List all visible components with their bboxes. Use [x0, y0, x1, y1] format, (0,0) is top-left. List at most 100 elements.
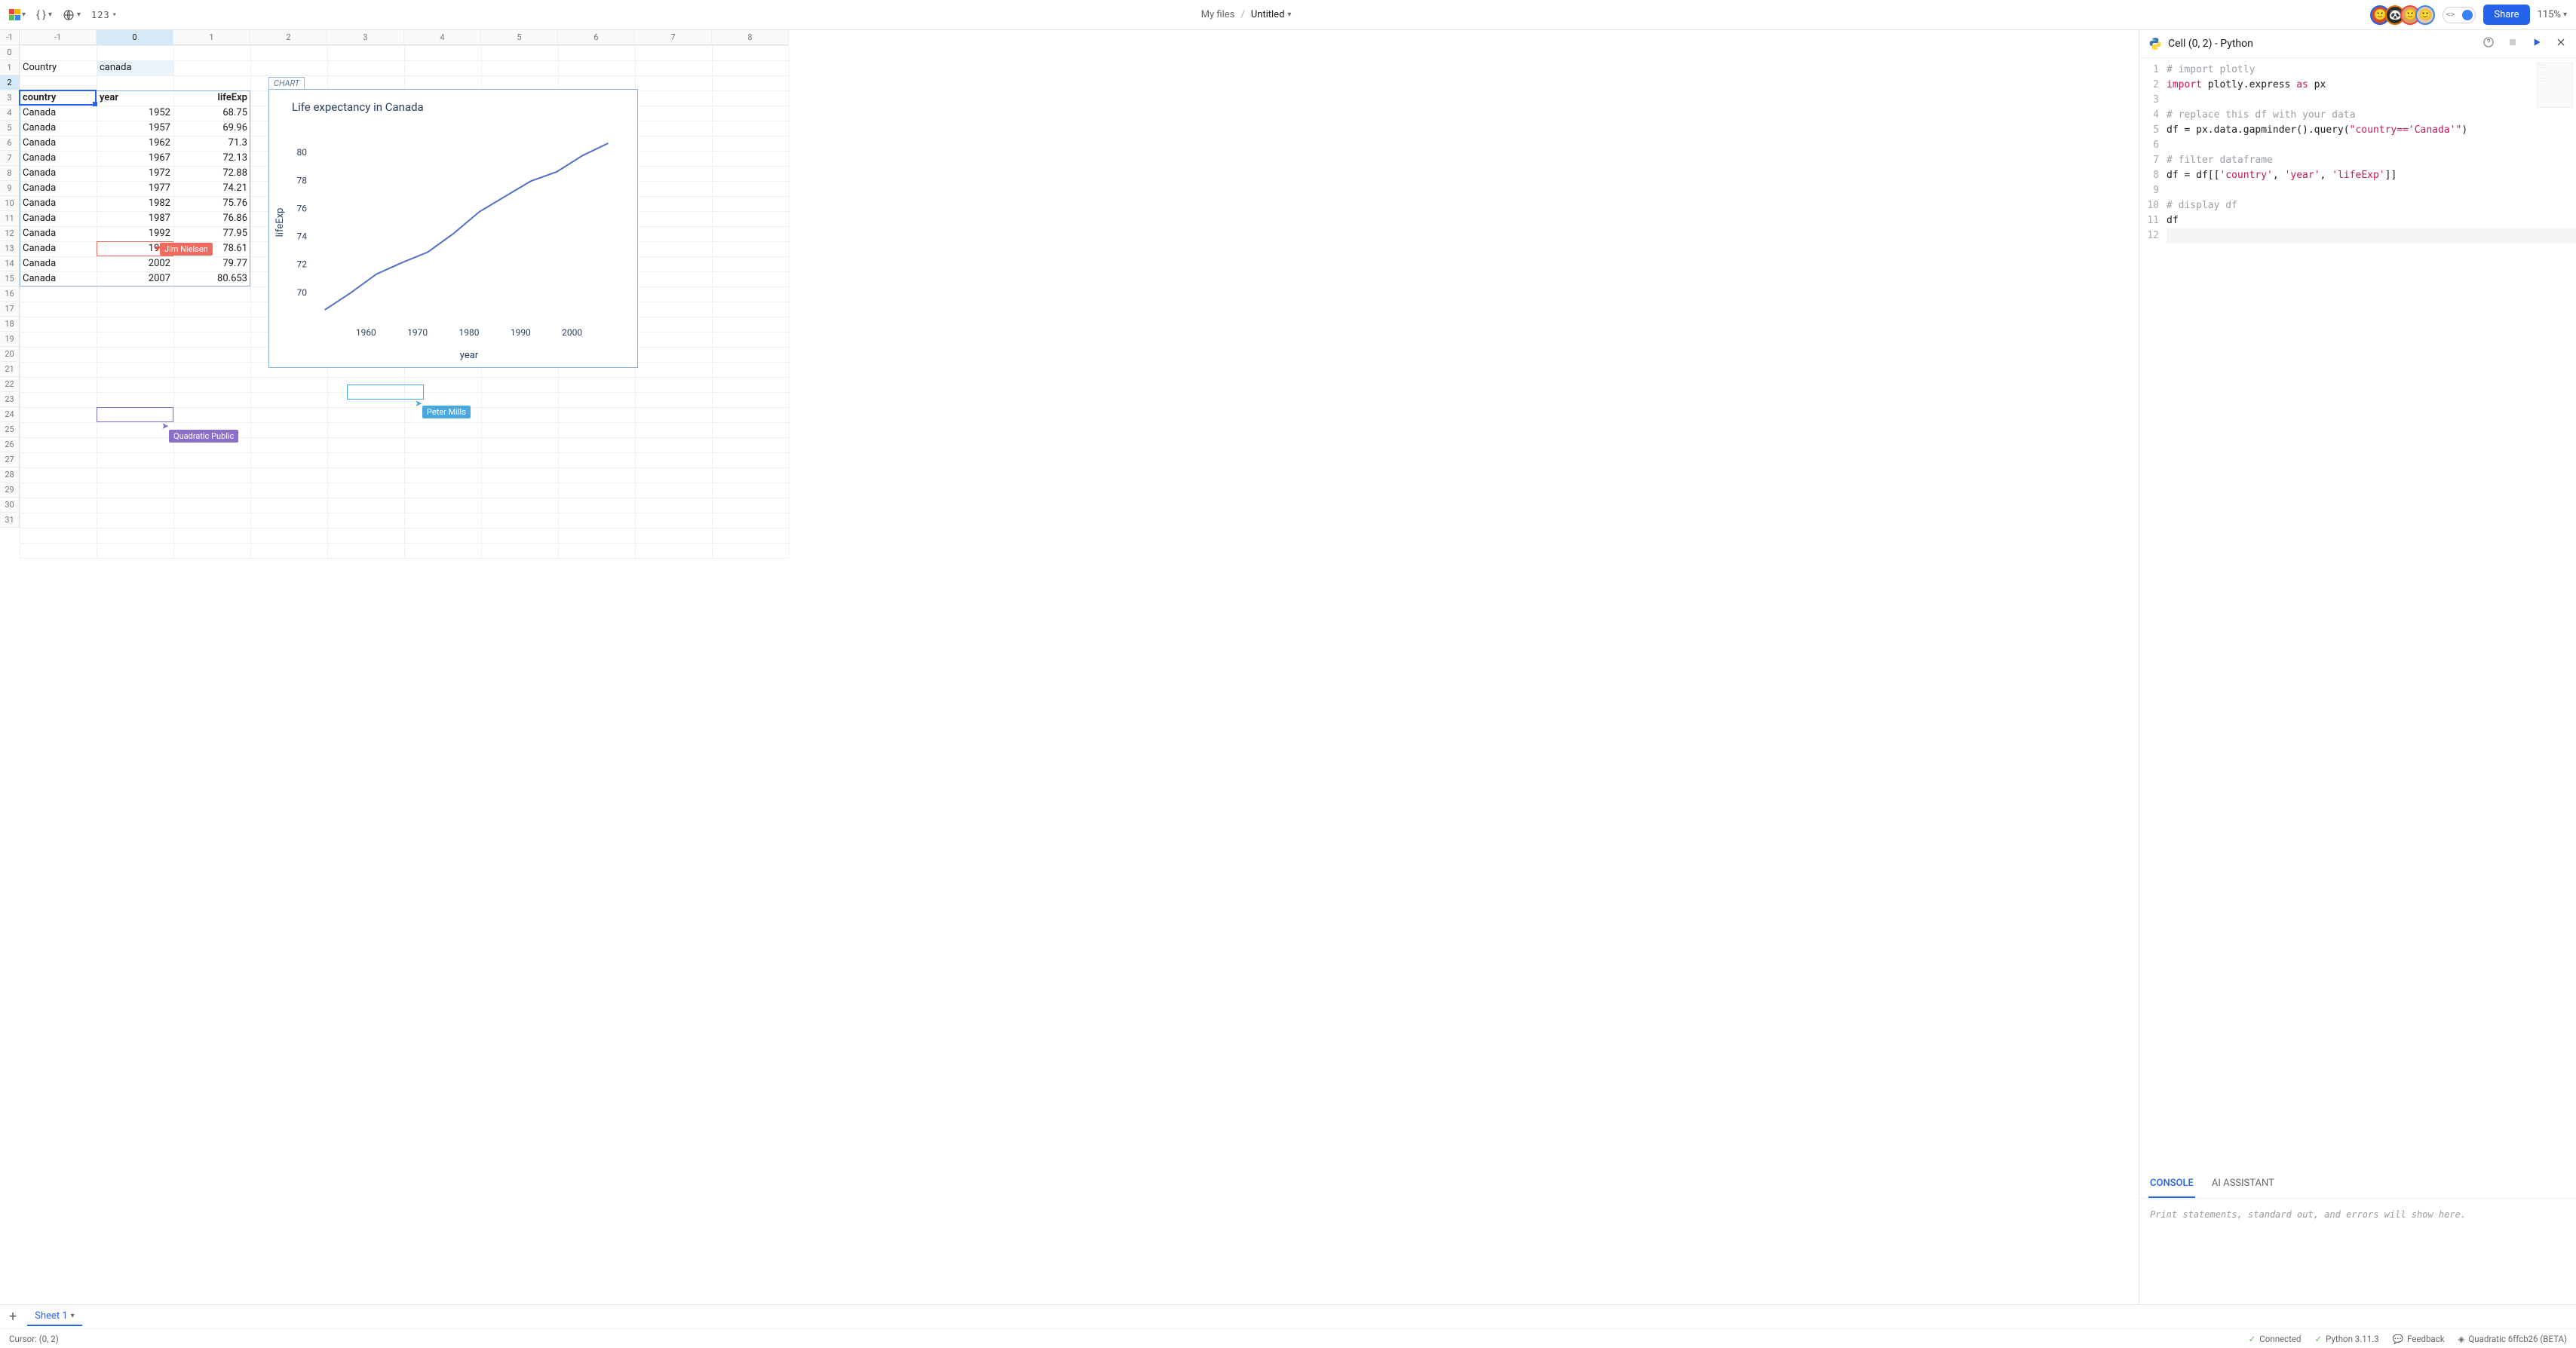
cell[interactable]: Canada: [20, 136, 97, 151]
cell[interactable]: 1977: [97, 181, 173, 196]
cell[interactable]: Canada: [20, 256, 97, 271]
cell[interactable]: 2002: [97, 256, 173, 271]
cell[interactable]: 76.86: [173, 211, 250, 226]
cell[interactable]: Canada: [20, 166, 97, 181]
cell[interactable]: Canada: [20, 181, 97, 196]
app-menu-button[interactable]: ▾: [9, 9, 26, 20]
row-header[interactable]: 12: [0, 226, 19, 241]
cell[interactable]: Canada: [20, 241, 97, 256]
code-line[interactable]: df = px.data.gapminder().query("country=…: [2167, 123, 2576, 138]
cell[interactable]: 71.3: [173, 136, 250, 151]
row-header[interactable]: 28: [0, 467, 19, 483]
row-header[interactable]: 0: [0, 45, 19, 60]
share-button[interactable]: Share: [2483, 5, 2529, 25]
cell[interactable]: 1992: [97, 226, 173, 241]
column-header[interactable]: -1: [20, 30, 97, 44]
cell[interactable]: 1987: [97, 211, 173, 226]
cell[interactable]: 80.653: [173, 271, 250, 286]
row-header[interactable]: 9: [0, 181, 19, 196]
code-line[interactable]: # display df: [2167, 198, 2576, 213]
code-editor[interactable]: 123456789101112 # import plotlyimport pl…: [2139, 58, 2576, 1170]
cell[interactable]: Canada: [20, 196, 97, 211]
code-type-menu[interactable]: { } ▾: [36, 9, 52, 21]
row-header[interactable]: 30: [0, 498, 19, 513]
code-line[interactable]: [2167, 228, 2576, 244]
cell[interactable]: Canada: [20, 211, 97, 226]
code-line[interactable]: # filter dataframe: [2167, 153, 2576, 168]
row-header[interactable]: 20: [0, 347, 19, 362]
code-line[interactable]: [2167, 93, 2576, 108]
cell[interactable]: canada: [97, 60, 173, 75]
row-header[interactable]: 24: [0, 407, 19, 422]
spreadsheet-grid[interactable]: -1012345678 -101234567891011121314151617…: [0, 30, 2139, 1304]
feedback-button[interactable]: 💬Feedback: [2393, 1334, 2445, 1344]
cell[interactable]: 77.95: [173, 226, 250, 241]
table-header[interactable]: country: [20, 90, 97, 106]
column-header[interactable]: 7: [635, 30, 712, 44]
column-header[interactable]: 1: [173, 30, 250, 44]
cell[interactable]: 1962: [97, 136, 173, 151]
cell[interactable]: 74.21: [173, 181, 250, 196]
code-line[interactable]: df: [2167, 213, 2576, 228]
code-line[interactable]: # replace this df with your data: [2167, 108, 2576, 123]
column-header[interactable]: 4: [404, 30, 481, 44]
avatar[interactable]: 🙂: [2415, 5, 2435, 25]
row-header[interactable]: 7: [0, 151, 19, 166]
cell[interactable]: 75.76: [173, 196, 250, 211]
code-line[interactable]: import plotly.express as px: [2167, 78, 2576, 93]
row-header[interactable]: 19: [0, 332, 19, 347]
row-header[interactable]: 18: [0, 317, 19, 332]
cell[interactable]: 1982: [97, 196, 173, 211]
column-header[interactable]: 6: [558, 30, 635, 44]
table-header[interactable]: year: [97, 90, 173, 106]
code-mode-toggle[interactable]: <>: [2443, 7, 2476, 23]
row-header[interactable]: 17: [0, 302, 19, 317]
row-header[interactable]: -1: [0, 30, 19, 45]
minimap[interactable]: — ————————————— ————————————————— ——————…: [2537, 63, 2573, 108]
column-header[interactable]: 3: [327, 30, 404, 44]
tab-console[interactable]: CONSOLE: [2148, 1170, 2195, 1198]
cell[interactable]: 2007: [97, 271, 173, 286]
help-button[interactable]: [2482, 36, 2495, 51]
row-header[interactable]: 1: [0, 60, 19, 75]
row-header[interactable]: 16: [0, 286, 19, 302]
column-header[interactable]: 8: [712, 30, 789, 44]
row-header[interactable]: 15: [0, 271, 19, 286]
row-header[interactable]: 27: [0, 452, 19, 467]
breadcrumb-root[interactable]: My files: [1201, 9, 1235, 20]
column-header[interactable]: 2: [250, 30, 327, 44]
code-line[interactable]: [2167, 138, 2576, 153]
row-header[interactable]: 5: [0, 121, 19, 136]
row-header[interactable]: 26: [0, 437, 19, 452]
row-header[interactable]: 6: [0, 136, 19, 151]
code-line[interactable]: df = df[['country', 'year', 'lifeExp']]: [2167, 168, 2576, 183]
file-name[interactable]: Untitled ▾: [1251, 9, 1292, 20]
row-header[interactable]: 14: [0, 256, 19, 271]
row-header[interactable]: 8: [0, 166, 19, 181]
cell[interactable]: Canada: [20, 106, 97, 121]
embedded-chart[interactable]: Life expectancy in Canada 70727476788019…: [268, 89, 638, 368]
row-header[interactable]: 31: [0, 513, 19, 528]
cell[interactable]: 1967: [97, 151, 173, 166]
cell[interactable]: 1972: [97, 166, 173, 181]
row-header[interactable]: 3: [0, 90, 19, 106]
code-line[interactable]: # import plotly: [2167, 63, 2576, 78]
stop-button[interactable]: [2507, 36, 2519, 51]
close-button[interactable]: [2555, 36, 2567, 51]
row-header[interactable]: 29: [0, 483, 19, 498]
row-header[interactable]: 13: [0, 241, 19, 256]
cell[interactable]: Canada: [20, 151, 97, 166]
zoom-menu[interactable]: 115% ▾: [2538, 9, 2567, 20]
run-button[interactable]: [2531, 36, 2543, 51]
language-menu[interactable]: ▾: [63, 9, 81, 21]
cell[interactable]: 79.77: [173, 256, 250, 271]
tab-ai-assistant[interactable]: AI ASSISTANT: [2210, 1170, 2276, 1198]
row-header[interactable]: 2: [0, 75, 19, 90]
cell[interactable]: Canada: [20, 121, 97, 136]
table-header[interactable]: lifeExp: [173, 90, 250, 106]
add-sheet-button[interactable]: +: [5, 1309, 21, 1325]
row-header[interactable]: 21: [0, 362, 19, 377]
cell[interactable]: 69.96: [173, 121, 250, 136]
sheet-tab[interactable]: Sheet 1 ▾: [27, 1307, 81, 1326]
cell[interactable]: Canada: [20, 271, 97, 286]
